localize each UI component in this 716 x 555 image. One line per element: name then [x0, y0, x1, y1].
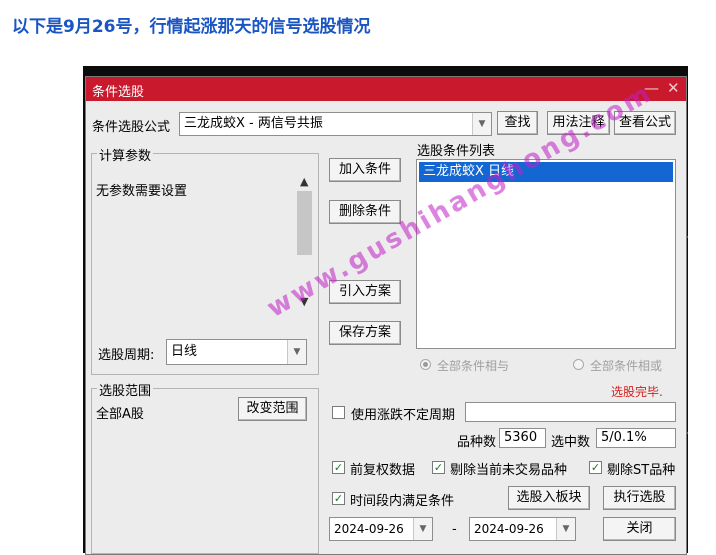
close-button[interactable]: 关闭	[603, 517, 676, 541]
add-condition-button[interactable]: 加入条件	[329, 158, 401, 182]
logic-and-radio[interactable]	[420, 359, 431, 370]
chevron-down-icon[interactable]: ▼	[413, 518, 432, 540]
count-field: 5360	[499, 428, 546, 448]
uncertain-period-label: 使用涨跌不定周期	[351, 408, 456, 423]
exclude-st-checkbox[interactable]: ✓	[589, 461, 602, 474]
date-to-value: 2024-09-26	[474, 522, 544, 536]
period-label: 选股周期:	[98, 348, 155, 363]
status-text: 选股完毕.	[611, 385, 663, 399]
forward-adjust-label: 前复权数据	[350, 463, 416, 478]
count-label: 品种数	[457, 435, 497, 450]
selected-label: 选中数	[551, 435, 591, 450]
exclude-untraded-checkbox[interactable]: ✓	[432, 461, 445, 474]
execute-select-button[interactable]: 执行选股	[603, 486, 676, 510]
scope-value: 全部A股	[96, 407, 144, 422]
selected-field: 5/0.1%	[596, 428, 676, 448]
params-text: 无参数需要设置	[96, 184, 188, 199]
logic-and-label: 全部条件相与	[437, 359, 510, 373]
params-group-title: 计算参数	[97, 145, 154, 164]
period-value: 日线	[171, 344, 198, 359]
scrollbar-thumb[interactable]	[297, 191, 312, 255]
formula-value: 三龙成蛟X - 两信号共振	[184, 116, 323, 131]
time-range-label: 时间段内满足条件	[350, 494, 455, 509]
exclude-st-label: 剔除ST品种	[607, 463, 676, 478]
select-to-block-button[interactable]: 选股入板块	[508, 486, 590, 510]
logic-or-label: 全部条件相或	[590, 359, 663, 373]
forward-adjust-checkbox[interactable]: ✓	[332, 461, 345, 474]
condition-select-dialog: 条件选股 — ✕ 条件选股公式 三龙成蛟X - 两信号共振 ▼ 查找 用法注释 …	[85, 76, 687, 555]
dialog-title: 条件选股	[92, 85, 145, 100]
change-scope-button[interactable]: 改变范围	[238, 397, 307, 421]
period-combo[interactable]: 日线 ▼	[166, 339, 307, 365]
scope-group-title: 选股范围	[97, 380, 154, 399]
logic-or-radio[interactable]	[573, 359, 584, 370]
dialog-titlebar: 条件选股 — ✕	[86, 77, 686, 101]
chevron-down-icon[interactable]: ▼	[472, 113, 491, 135]
delete-condition-button[interactable]: 删除条件	[329, 200, 401, 224]
chevron-down-icon[interactable]: ▼	[556, 518, 575, 540]
date-from-field[interactable]: 2024-09-26 ▼	[329, 517, 433, 541]
chevron-up-icon[interactable]: ▲	[300, 175, 308, 188]
time-range-checkbox[interactable]: ✓	[332, 492, 345, 505]
date-to-field[interactable]: 2024-09-26 ▼	[469, 517, 576, 541]
uncertain-period-field[interactable]	[465, 402, 676, 422]
save-plan-button[interactable]: 保存方案	[329, 321, 401, 345]
chevron-down-icon[interactable]: ▼	[287, 340, 306, 364]
formula-combo[interactable]: 三龙成蛟X - 两信号共振 ▼	[179, 112, 492, 136]
page-heading: 以下是9月26号，行情起涨那天的信号选股情况	[12, 17, 371, 37]
exclude-untraded-label: 剔除当前未交易品种	[450, 463, 568, 478]
find-button[interactable]: 查找	[497, 111, 538, 135]
uncertain-period-checkbox[interactable]	[332, 406, 345, 419]
date-separator: -	[452, 522, 457, 537]
conditions-list-title: 选股条件列表	[417, 144, 496, 159]
formula-label: 条件选股公式	[92, 120, 171, 135]
date-from-value: 2024-09-26	[334, 522, 404, 536]
